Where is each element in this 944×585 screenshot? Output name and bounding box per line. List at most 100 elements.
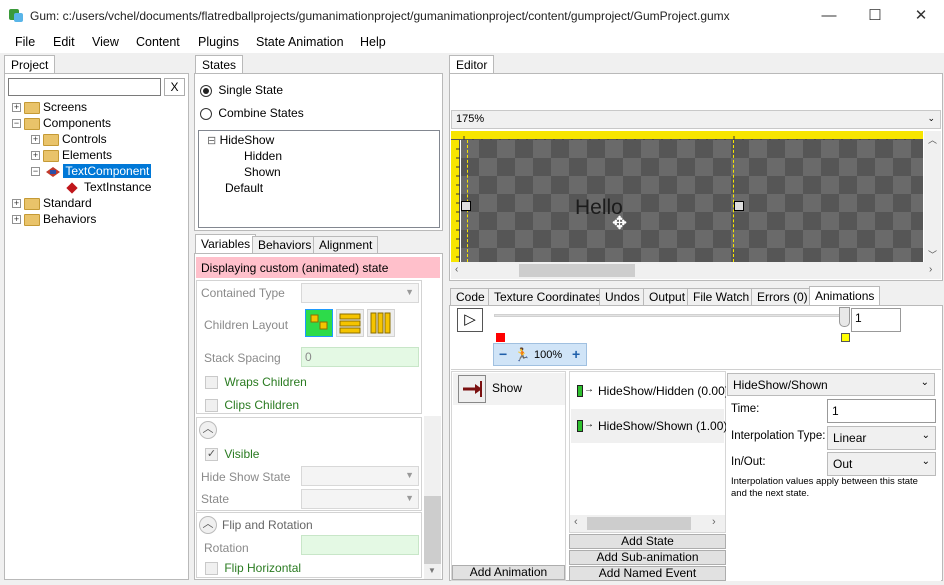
menu-help[interactable]: Help [360, 35, 386, 49]
tab-behaviors[interactable]: Behaviors [252, 236, 318, 253]
stack-spacing-input[interactable]: 0 [301, 347, 419, 367]
expand-icon[interactable]: + [31, 135, 40, 145]
contained-type-combo[interactable]: ▼ [301, 283, 419, 303]
tab-editor[interactable]: Editor [449, 55, 495, 74]
tree-item-textinstance[interactable]: TextInstance [66, 180, 151, 196]
single-state-radio[interactable]: Single State [200, 83, 283, 97]
tab-output[interactable]: Output [643, 288, 692, 305]
tree-item-elements[interactable]: + Elements [31, 148, 112, 164]
checkbox-icon [205, 376, 218, 390]
tree-item-textcomponent[interactable]: − TextComponent [31, 164, 152, 180]
collapse-icon[interactable]: − [12, 119, 21, 129]
expand-icon[interactable]: + [12, 215, 21, 225]
menu-file[interactable]: File [15, 35, 35, 49]
resize-handle-left[interactable] [461, 201, 471, 211]
state-hidden[interactable]: Hidden [244, 149, 282, 165]
rotation-input[interactable] [301, 535, 419, 555]
editor-horizontal-scrollbar[interactable]: ‹ › [451, 262, 941, 279]
timeline-thumb[interactable] [839, 307, 850, 327]
end-keyframe-marker[interactable] [841, 333, 850, 342]
scroll-down-icon[interactable]: ▼ [428, 566, 436, 575]
properties-scrollbar[interactable]: ▼ [424, 416, 441, 579]
collapse-section-icon[interactable]: ︿ [199, 516, 217, 534]
menu-content[interactable]: Content [136, 35, 180, 49]
menu-view[interactable]: View [92, 35, 119, 49]
menu-state-animation[interactable]: State Animation [256, 35, 344, 49]
tab-alignment[interactable]: Alignment [313, 236, 379, 253]
close-button[interactable]: ✕ [898, 0, 944, 31]
expand-icon[interactable]: + [12, 199, 21, 209]
start-keyframe-marker[interactable] [496, 333, 505, 342]
collapse-icon[interactable]: ⊟ [207, 135, 216, 147]
scrollbar-thumb[interactable] [424, 496, 441, 564]
flip-horizontal-checkbox[interactable]: Flip Horizontal [205, 561, 301, 576]
in-out-combo[interactable]: Out ⌄ [827, 452, 936, 476]
project-search-input[interactable] [8, 78, 161, 96]
keyframe-item-shown[interactable]: → HideShow/Shown (1.00) [571, 409, 727, 443]
tab-states[interactable]: States [195, 55, 244, 74]
expand-icon[interactable]: + [12, 103, 21, 113]
tab-project[interactable]: Project [4, 55, 56, 74]
scrollbar-thumb[interactable] [519, 264, 635, 277]
add-state-button[interactable]: Add State [569, 534, 726, 549]
resize-handle-right[interactable] [734, 201, 744, 211]
scrollbar-thumb[interactable] [587, 517, 691, 530]
wraps-children-checkbox[interactable]: Wraps Children [205, 375, 307, 390]
collapse-section-icon[interactable]: ︿ [199, 421, 217, 439]
state-default[interactable]: Default [225, 181, 263, 197]
selected-state-combo[interactable]: HideShow/Shown ⌄ [727, 373, 935, 396]
keyframe-item-hidden[interactable]: → HideShow/Hidden (0.00) [571, 373, 729, 407]
clips-children-checkbox[interactable]: Clips Children [205, 398, 299, 413]
scroll-down-icon[interactable]: ﹀ [928, 248, 937, 261]
tab-undos[interactable]: Undos [599, 288, 646, 305]
layout-left-to-right-button[interactable] [367, 309, 395, 337]
timeline-track[interactable] [494, 314, 849, 317]
add-named-event-button[interactable]: Add Named Event [569, 566, 726, 581]
tab-animations[interactable]: Animations [809, 286, 881, 305]
increase-speed-button[interactable]: + [572, 346, 580, 362]
clear-search-button[interactable]: X [164, 78, 185, 96]
minimize-button[interactable]: — [806, 0, 852, 31]
tab-errors[interactable]: Errors (0) [751, 288, 814, 305]
menu-edit[interactable]: Edit [53, 35, 75, 49]
tree-item-screens[interactable]: + Screens [12, 100, 87, 116]
play-button[interactable]: ▷ [457, 308, 483, 332]
time-input[interactable]: 1 [827, 399, 936, 423]
state-category-hideshow[interactable]: ⊟ HideShow [207, 133, 274, 149]
tree-item-components[interactable]: − Components [12, 116, 111, 132]
tree-item-controls[interactable]: + Controls [31, 132, 107, 148]
layout-regular-button[interactable] [305, 309, 333, 337]
combine-states-radio[interactable]: Combine States [200, 106, 304, 120]
keyframe-horizontal-scrollbar[interactable]: ‹ › [570, 515, 725, 532]
editor-vertical-scrollbar[interactable]: ︿ ﹀ [924, 131, 941, 262]
tab-variables[interactable]: Variables [195, 234, 257, 253]
visible-checkbox[interactable]: ✓ Visible [205, 447, 259, 462]
add-sub-animation-button[interactable]: Add Sub-animation [569, 550, 726, 565]
speed-value: 100% [534, 349, 563, 361]
scroll-up-icon[interactable]: ︿ [928, 133, 937, 146]
state-shown[interactable]: Shown [244, 165, 281, 181]
scroll-right-icon[interactable]: › [929, 264, 932, 275]
menu-plugins[interactable]: Plugins [198, 35, 239, 49]
interpolation-type-combo[interactable]: Linear ⌄ [827, 426, 936, 450]
maximize-button[interactable]: ☐ [852, 0, 898, 31]
timeline-value-input[interactable]: 1 [851, 308, 901, 332]
zoom-combo[interactable]: 175% ⌄ [451, 110, 941, 129]
editor-canvas[interactable]: Hello ✥ [461, 140, 923, 262]
add-animation-button[interactable]: Add Animation [452, 565, 565, 580]
collapse-icon[interactable]: − [31, 167, 40, 177]
scroll-left-icon[interactable]: ‹ [574, 516, 578, 528]
scroll-right-icon[interactable]: › [712, 516, 716, 528]
decrease-speed-button[interactable]: − [499, 346, 507, 362]
tree-item-standard[interactable]: + Standard [12, 196, 92, 212]
hide-show-state-combo[interactable]: ▼ [301, 466, 419, 486]
layout-top-to-bottom-button[interactable] [336, 309, 364, 337]
expand-icon[interactable]: + [31, 151, 40, 161]
tab-texture-coordinates[interactable]: Texture Coordinates [488, 288, 608, 305]
state-combo[interactable]: ▼ [301, 489, 419, 509]
tab-file-watch[interactable]: File Watch [687, 288, 756, 305]
animation-item-show[interactable]: Show [453, 373, 565, 405]
scroll-left-icon[interactable]: ‹ [455, 264, 458, 275]
tab-code[interactable]: Code [450, 288, 491, 305]
tree-item-behaviors[interactable]: + Behaviors [12, 212, 96, 228]
